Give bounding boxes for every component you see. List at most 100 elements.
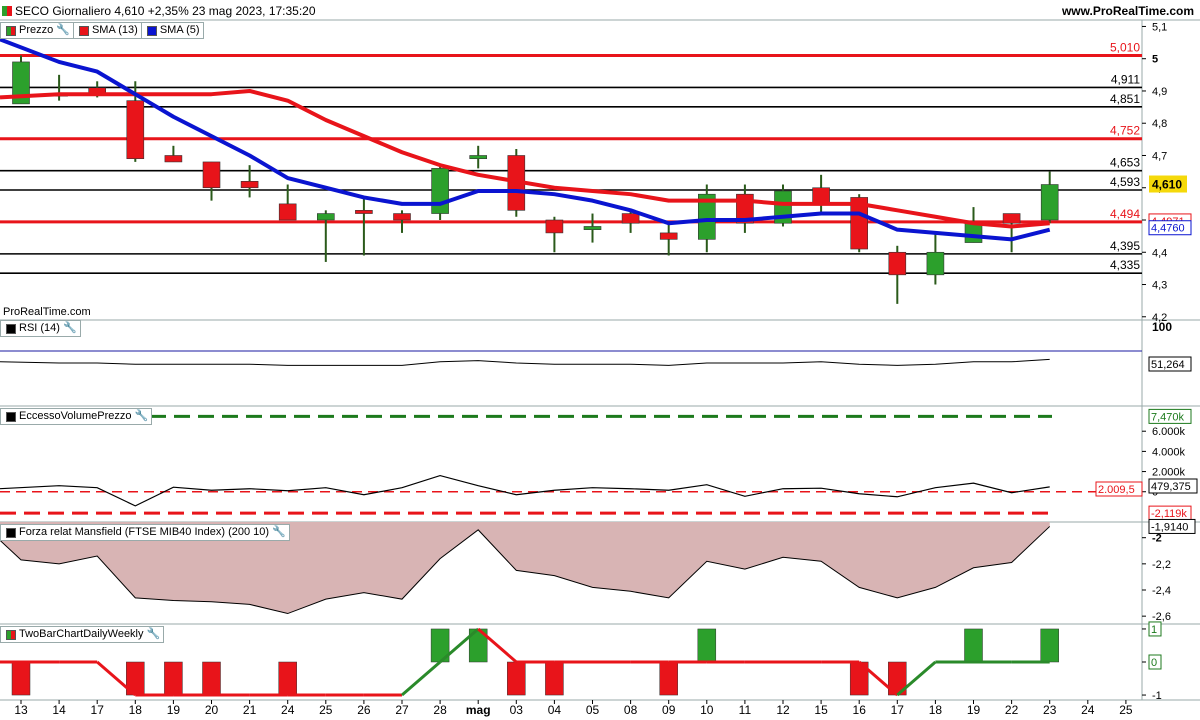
y-tick-label: 4,8 [1152,118,1167,130]
watermark: ProRealTime.com [3,306,91,318]
twobar-weekly-line [401,660,442,697]
y-tick-label: 1 [1151,624,1157,636]
x-tick-label: 18 [129,703,143,717]
legend-volume: EccessoVolumePrezzo [19,410,132,422]
x-tick-label: 21 [243,703,257,717]
rsi-value: 51,264 [1151,359,1185,371]
y-tick-label: 5,1 [1152,21,1167,33]
volume-mid-value: 2.009,5 [1098,484,1135,496]
x-tick-label: 14 [52,703,66,717]
site-link[interactable]: www.ProRealTime.com [1062,4,1194,18]
level-label: 4,752 [1110,124,1140,138]
x-tick-label: 28 [433,703,447,717]
x-tick-label: 15 [814,703,828,717]
twobar-bar [659,661,678,696]
candle-body [812,187,830,205]
level-label: 4,494 [1110,207,1140,221]
header-title: SECO Giornaliero 4,610 +2,35% 23 mag 202… [15,4,316,18]
wrench-icon[interactable]: 🔧 [135,409,149,424]
twobar-bar [697,628,717,663]
y-tick-label: -2,4 [1152,585,1171,597]
legend-sma13: SMA (13) [91,24,138,36]
twobar-bar [545,661,564,696]
candle-body [545,219,564,234]
level-label: 4,911 [1111,72,1140,86]
last-price-label: 4,610 [1152,178,1182,192]
legend-price: Prezzo [19,24,54,36]
mansfield-value: -1,9140 [1151,521,1188,533]
level-label: 4,593 [1110,175,1140,189]
volume-line [0,474,1050,507]
legend-rsi: RSI (14) [19,322,60,334]
y-tick-label: 2.000k [1152,467,1186,479]
x-tick-label: 13 [14,703,28,717]
x-tick-label: 17 [91,703,105,717]
y-tick-label: 0 [1151,657,1157,669]
price-legend[interactable]: Prezzo 🔧 SMA (13) SMA (5) [0,22,204,39]
level-label: 4,653 [1110,156,1140,170]
x-tick-label: 25 [319,703,333,717]
rsi-legend[interactable]: RSI (14) 🔧 [0,320,81,337]
twobar-bar [11,661,31,696]
x-tick-label: 24 [1081,703,1095,717]
level-label: 5,010 [1110,40,1140,54]
x-tick-label: 23 [1043,703,1057,717]
volume-upper-value: 7,470k [1151,411,1185,423]
rsi-tick-label: 100 [1152,320,1172,334]
twobar-bar [164,661,183,696]
x-tick-label: 09 [662,703,676,717]
y-tick-label: 4,4 [1152,247,1167,259]
instrument-icon [2,6,12,16]
x-tick-label: 05 [586,703,600,717]
y-tick-label: -2,6 [1152,611,1171,623]
mansfield-legend[interactable]: Forza relat Mansfield (FTSE MIB40 Index)… [0,524,290,541]
volume-swatch-icon [6,411,16,422]
twobar-bar [507,661,526,696]
mansfield-swatch-icon [6,527,16,538]
legend-mansfield: Forza relat Mansfield (FTSE MIB40 Index)… [19,526,270,538]
y-tick-label: -2,2 [1152,559,1171,571]
x-tick-label: 26 [357,703,371,717]
twobar-bar [202,661,221,696]
volume-lower-value: -2,119k [1151,508,1187,520]
x-tick-label: mag [466,703,491,717]
x-tick-label: 16 [853,703,867,717]
candle-body [355,210,373,214]
level-label: 4,851 [1110,92,1140,106]
wrench-icon[interactable]: 🔧 [63,321,77,336]
x-tick-label: 22 [1005,703,1019,717]
legend-sma5: SMA (5) [159,24,200,36]
y-tick-label: 5 [1152,54,1158,66]
x-tick-label: 08 [624,703,638,717]
candle-body [621,213,640,224]
twobar-legend[interactable]: TwoBarChartDailyWeekly 🔧 [0,626,165,643]
price-icon [6,25,16,36]
candle-body [1040,184,1059,221]
candle-body [964,222,983,243]
candle-body [164,155,183,163]
wrench-icon[interactable]: 🔧 [56,23,70,38]
candle-body [240,180,259,189]
y-tick-label: 4,9 [1152,86,1167,98]
wrench-icon[interactable]: 🔧 [147,627,161,642]
twobar-bar [964,628,983,663]
candle-body [926,251,945,276]
level-label: 4,395 [1110,239,1140,253]
y-tick-label: 4.000k [1152,446,1186,458]
candle-body [659,232,678,240]
wrench-icon[interactable]: 🔧 [272,525,286,540]
candle-body [278,203,297,221]
candle-body [431,168,449,214]
rsi-swatch-icon [6,323,16,334]
twobar-swatch-icon [6,629,16,640]
candle-body [583,226,602,230]
candle-body [469,155,488,160]
x-tick-label: 24 [281,703,295,717]
x-tick-label: 10 [700,703,714,717]
twobar-bar [1040,628,1059,663]
y-tick-label: -2 [1152,533,1162,545]
twobar-bar [278,661,297,696]
x-tick-label: 19 [167,703,181,717]
volume-legend[interactable]: EccessoVolumePrezzo 🔧 [0,408,153,425]
volume-last-value: 479,375 [1151,481,1191,493]
